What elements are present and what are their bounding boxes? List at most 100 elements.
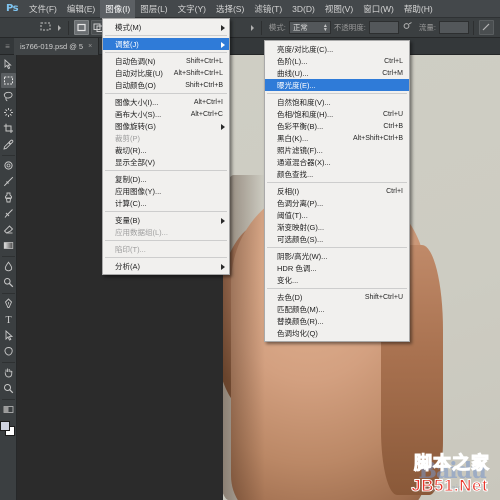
eyedropper-tool[interactable] <box>1 137 16 152</box>
menu-item[interactable]: 去色(D) Shift+Ctrl+U <box>265 291 409 303</box>
menu-item[interactable]: 分析(A) <box>103 260 229 272</box>
blend-mode-select[interactable]: 正常 ▲ ▼ <box>288 21 331 34</box>
shape-tool[interactable] <box>1 344 16 359</box>
menu-item[interactable]: 自然饱和度(V)... <box>265 96 409 108</box>
type-tool[interactable]: T <box>1 312 16 327</box>
menubar-item-10[interactable]: 帮助(H) <box>399 0 438 18</box>
menu-item-label: 照片滤镜(F)... <box>277 145 323 155</box>
menu-item[interactable]: 曝光度(E)... <box>265 79 409 91</box>
menu-item[interactable]: 自动对比度(U) Alt+Shift+Ctrl+L <box>103 67 229 79</box>
move-tool[interactable] <box>1 57 16 72</box>
menubar-item-0[interactable]: 文件(F) <box>24 0 62 18</box>
menu-item-label: 颜色查找... <box>277 169 314 179</box>
menu-item[interactable]: 替换颜色(R)... <box>265 315 409 327</box>
menu-item[interactable]: 自动色调(N) Shift+Ctrl+L <box>103 55 229 67</box>
menu-item[interactable]: 阈值(T)... <box>265 209 409 221</box>
brush-preset-chevron-icon[interactable] <box>250 24 254 31</box>
menubar-item-3[interactable]: 图层(L) <box>135 0 172 18</box>
menu-item[interactable]: 模式(M) <box>103 21 229 33</box>
menu-item-label: 分析(A) <box>115 261 140 271</box>
brush-tool[interactable] <box>1 174 16 189</box>
menubar-item-6[interactable]: 滤镜(T) <box>249 0 287 18</box>
close-icon[interactable]: × <box>88 43 92 50</box>
magic-wand-tool[interactable] <box>1 105 16 120</box>
adjustments-submenu-dropdown[interactable]: 亮度/对比度(C)... 色阶(L)... Ctrl+L 曲线(U)... Ctrl+M… <box>264 40 410 342</box>
menu-item[interactable]: 可选颜色(S)... <box>265 233 409 245</box>
flow-input[interactable] <box>439 21 469 34</box>
foreground-background-colors[interactable] <box>0 421 16 437</box>
opacity-input[interactable] <box>368 21 399 34</box>
document-tab-title: is766-019.psd @ 5 <box>20 41 84 51</box>
tools-panel: T <box>0 55 17 500</box>
lasso-tool[interactable] <box>1 89 16 104</box>
menu-item[interactable]: 阴影/高光(W)... <box>265 250 409 262</box>
menubar-item-4[interactable]: 文字(Y) <box>173 0 211 18</box>
history-brush-tool[interactable] <box>1 206 16 221</box>
healing-brush-tool[interactable] <box>1 158 16 173</box>
pen-tool[interactable] <box>1 296 16 311</box>
selection-new-icon[interactable] <box>74 20 89 35</box>
menu-item[interactable]: HDR 色调... <box>265 262 409 274</box>
marquee-tool[interactable] <box>0 73 16 88</box>
clone-stamp-tool[interactable] <box>1 190 16 205</box>
menu-item[interactable]: 黑白(K)... Alt+Shift+Ctrl+B <box>265 132 409 144</box>
menu-item-shortcut: Ctrl+I <box>386 187 403 195</box>
menu-item[interactable]: 显示全部(V) <box>103 156 229 168</box>
menu-item[interactable]: 裁切(R)... <box>103 144 229 156</box>
blur-tool[interactable] <box>1 259 16 274</box>
menu-item[interactable]: 匹配颜色(M)... <box>265 303 409 315</box>
foreground-color-swatch[interactable] <box>0 421 10 431</box>
menu-item[interactable]: 颜色查找... <box>265 168 409 180</box>
menubar-item-7[interactable]: 3D(D) <box>287 0 320 18</box>
blend-mode-spinner-icon: ▲ ▼ <box>322 23 328 33</box>
menu-item[interactable]: 变化... <box>265 274 409 286</box>
menu-item[interactable]: 计算(C)... <box>103 197 229 209</box>
marquee-tool-preset-icon[interactable] <box>39 20 54 35</box>
menu-item[interactable]: 色相/饱和度(H)... Ctrl+U <box>265 108 409 120</box>
menu-item[interactable]: 色阶(L)... Ctrl+L <box>265 55 409 67</box>
menu-item-label: 自动对比度(U) <box>115 68 163 78</box>
tool-separator-4 <box>1 362 15 363</box>
crop-tool[interactable] <box>1 121 16 136</box>
edit-quick-mask-icon[interactable] <box>1 402 16 417</box>
menu-item[interactable]: 通道混合器(X)... <box>265 156 409 168</box>
tool-preset-chevron-icon[interactable] <box>58 24 61 31</box>
hand-tool[interactable] <box>1 365 16 380</box>
menu-item[interactable]: 色彩平衡(B)... Ctrl+B <box>265 120 409 132</box>
dodge-tool[interactable] <box>1 275 16 290</box>
menubar-item-1[interactable]: 编辑(E) <box>62 0 100 18</box>
menu-item[interactable]: 图像旋转(G) <box>103 120 229 132</box>
menu-item[interactable]: 照片滤镜(F)... <box>265 144 409 156</box>
menubar-item-9[interactable]: 窗口(W) <box>358 0 399 18</box>
menu-item-label: 曝光度(E)... <box>277 80 316 90</box>
menu-item[interactable]: 画布大小(S)... Alt+Ctrl+C <box>103 108 229 120</box>
menu-item[interactable]: 变量(B) <box>103 214 229 226</box>
airbrush-icon[interactable] <box>400 20 415 35</box>
tab-drag-handle[interactable]: ≡ <box>0 38 14 55</box>
canvas-area[interactable]: Baidu jingyan.baidu.com 脚本之家 JB51.Net <box>17 55 500 500</box>
menu-item[interactable]: 自动颜色(O) Shift+Ctrl+B <box>103 79 229 91</box>
menu-item[interactable]: 曲线(U)... Ctrl+M <box>265 67 409 79</box>
eraser-tool[interactable] <box>1 222 16 237</box>
tablet-pressure-icon[interactable] <box>479 20 494 35</box>
menu-item[interactable]: 应用图像(Y)... <box>103 185 229 197</box>
menu-item[interactable]: 亮度/对比度(C)... <box>265 43 409 55</box>
gradient-tool[interactable] <box>1 238 16 253</box>
document-tab[interactable]: is766-019.psd @ 5 × <box>14 37 100 55</box>
image-menu-dropdown[interactable]: 模式(M) 调整(J) 自动色调(N) Shift+Ctrl+L 自动对比度(U) Alt… <box>102 18 230 275</box>
menu-item[interactable]: 反相(I) Ctrl+I <box>265 185 409 197</box>
menu-item[interactable]: 复制(D)... <box>103 173 229 185</box>
menu-item-label: 替换颜色(R)... <box>277 316 324 326</box>
menubar-item-5[interactable]: 选择(S) <box>211 0 249 18</box>
menu-item[interactable]: 调整(J) <box>103 38 229 50</box>
menu-item[interactable]: 色调分离(P)... <box>265 197 409 209</box>
path-selection-tool[interactable] <box>1 328 16 343</box>
flow-label: 流量: <box>418 23 436 32</box>
zoom-tool[interactable] <box>1 381 16 396</box>
menu-item-label: 色彩平衡(B)... <box>277 121 324 131</box>
menu-item[interactable]: 渐变映射(G)... <box>265 221 409 233</box>
menu-item[interactable]: 色调均化(Q) <box>265 327 409 339</box>
menu-item[interactable]: 图像大小(I)... Alt+Ctrl+I <box>103 96 229 108</box>
menubar-item-8[interactable]: 视图(V) <box>320 0 358 18</box>
menubar-item-2[interactable]: 图像(I) <box>100 0 136 18</box>
